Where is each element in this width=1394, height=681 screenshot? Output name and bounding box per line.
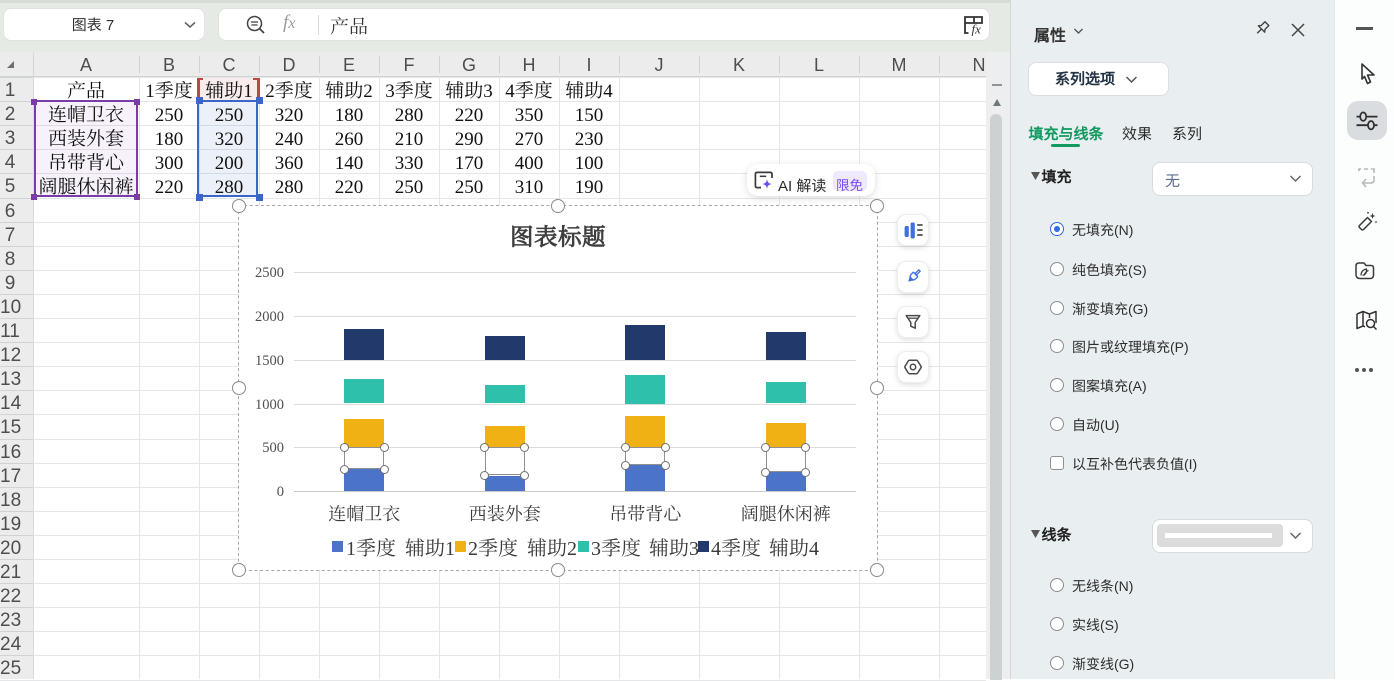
svg-text:fx: fx (972, 22, 982, 37)
